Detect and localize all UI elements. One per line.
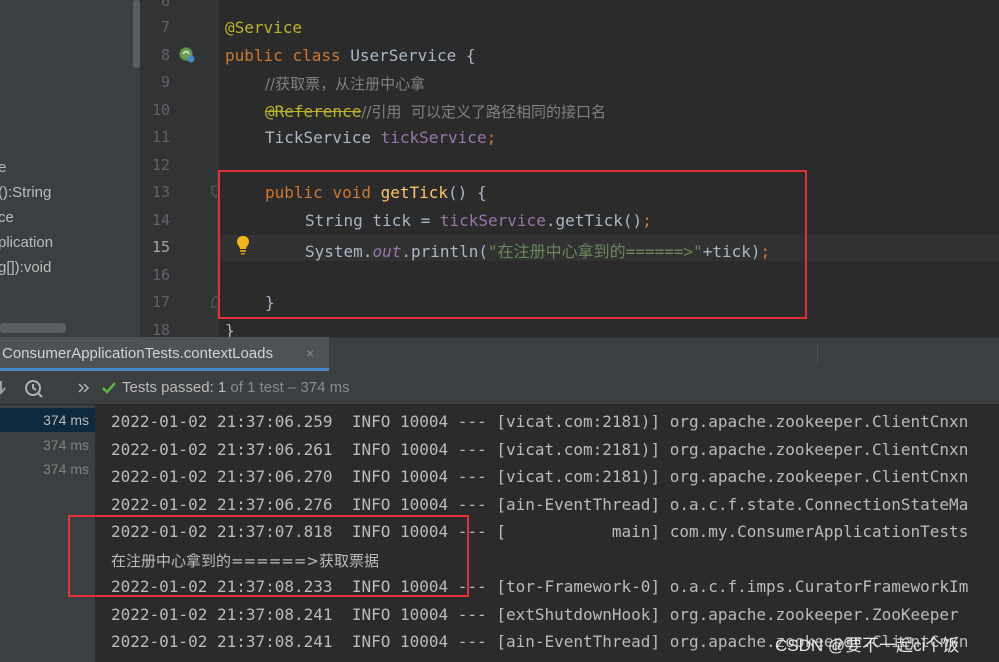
tree-item-duration[interactable]: 374 ms bbox=[43, 437, 89, 453]
annotation-service: @Service bbox=[225, 18, 303, 37]
highlight-box bbox=[68, 515, 469, 597]
spring-bean-icon[interactable] bbox=[177, 45, 197, 65]
line-number: 8 bbox=[160, 46, 170, 64]
keyword: public bbox=[225, 46, 283, 65]
code-line-8: public class UserService { bbox=[225, 46, 475, 65]
code-line-7: @Service bbox=[225, 18, 302, 37]
line-number: 12 bbox=[151, 156, 170, 174]
console-line: 2022-01-02 21:37:06.276 INFO 10004 --- [… bbox=[111, 495, 969, 514]
test-status: Tests passed: 1 of 1 test – 374 ms bbox=[122, 379, 350, 396]
structure-item[interactable]: e bbox=[0, 159, 6, 176]
tree-item-duration[interactable]: 374 ms bbox=[43, 461, 89, 477]
line-number: 17 bbox=[151, 293, 170, 311]
close-icon[interactable]: × bbox=[306, 345, 314, 361]
console-line: 2022-01-02 21:37:06.261 INFO 10004 --- [… bbox=[111, 440, 969, 459]
line-number: 7 bbox=[160, 18, 170, 36]
check-icon bbox=[102, 382, 116, 394]
structure-horizontal-scrollbar[interactable] bbox=[0, 323, 66, 333]
structure-item[interactable]: ():String bbox=[0, 184, 51, 201]
code-line-9: //获取票，从注册中心拿 bbox=[265, 73, 425, 94]
arrow-down-icon[interactable] bbox=[0, 379, 10, 397]
code-line-10: @Reference//引用 可以定义了路径相同的接口名 bbox=[265, 101, 606, 122]
history-clock-icon[interactable] bbox=[23, 378, 45, 400]
keyword: class bbox=[292, 46, 341, 65]
type-name: TickService bbox=[265, 128, 371, 147]
tree-item-duration[interactable]: 374 ms bbox=[43, 412, 89, 428]
semicolon: ; bbox=[486, 128, 497, 147]
comment: //获取票，从注册中心拿 bbox=[265, 75, 426, 93]
code-line-11: TickService tickService; bbox=[265, 128, 496, 147]
structure-scrollbar[interactable] bbox=[133, 0, 140, 68]
line-number: 16 bbox=[151, 266, 170, 284]
line-number: 13 bbox=[151, 183, 170, 201]
structure-panel: e ():String ce plication g[]):void bbox=[0, 0, 131, 337]
structure-item[interactable]: plication bbox=[0, 234, 53, 251]
class-name: UserService { bbox=[350, 46, 476, 65]
console-line: 2022-01-02 21:37:08.241 INFO 10004 --- [… bbox=[111, 605, 959, 624]
status-detail: of 1 test – 374 ms bbox=[230, 379, 350, 396]
line-number: 9 bbox=[160, 73, 170, 91]
console-line: 2022-01-02 21:37:06.259 INFO 10004 --- [… bbox=[111, 412, 969, 431]
tab-separator bbox=[817, 343, 818, 365]
annotation-reference: @Reference bbox=[265, 102, 362, 121]
status-label: Tests passed: bbox=[122, 379, 214, 396]
highlight-box bbox=[218, 170, 807, 319]
line-number-current: 15 bbox=[151, 238, 170, 256]
line-number: 14 bbox=[151, 211, 170, 229]
structure-item[interactable]: ce bbox=[0, 209, 14, 226]
line-number: 11 bbox=[151, 128, 170, 146]
expand-more-icon[interactable] bbox=[77, 382, 91, 394]
line-number: 6 bbox=[160, 0, 170, 10]
field-name: tickService bbox=[380, 128, 487, 147]
line-number: 10 bbox=[151, 101, 170, 119]
watermark: CSDN @要不一起ci个饭 bbox=[775, 636, 960, 655]
comment: //引用 可以定义了路径相同的接口名 bbox=[361, 103, 606, 121]
tab-label: ConsumerApplicationTests.contextLoads bbox=[2, 345, 273, 362]
console-line: 2022-01-02 21:37:06.270 INFO 10004 --- [… bbox=[111, 467, 969, 486]
status-count: 1 bbox=[217, 379, 227, 396]
structure-item[interactable]: g[]):void bbox=[0, 259, 51, 276]
